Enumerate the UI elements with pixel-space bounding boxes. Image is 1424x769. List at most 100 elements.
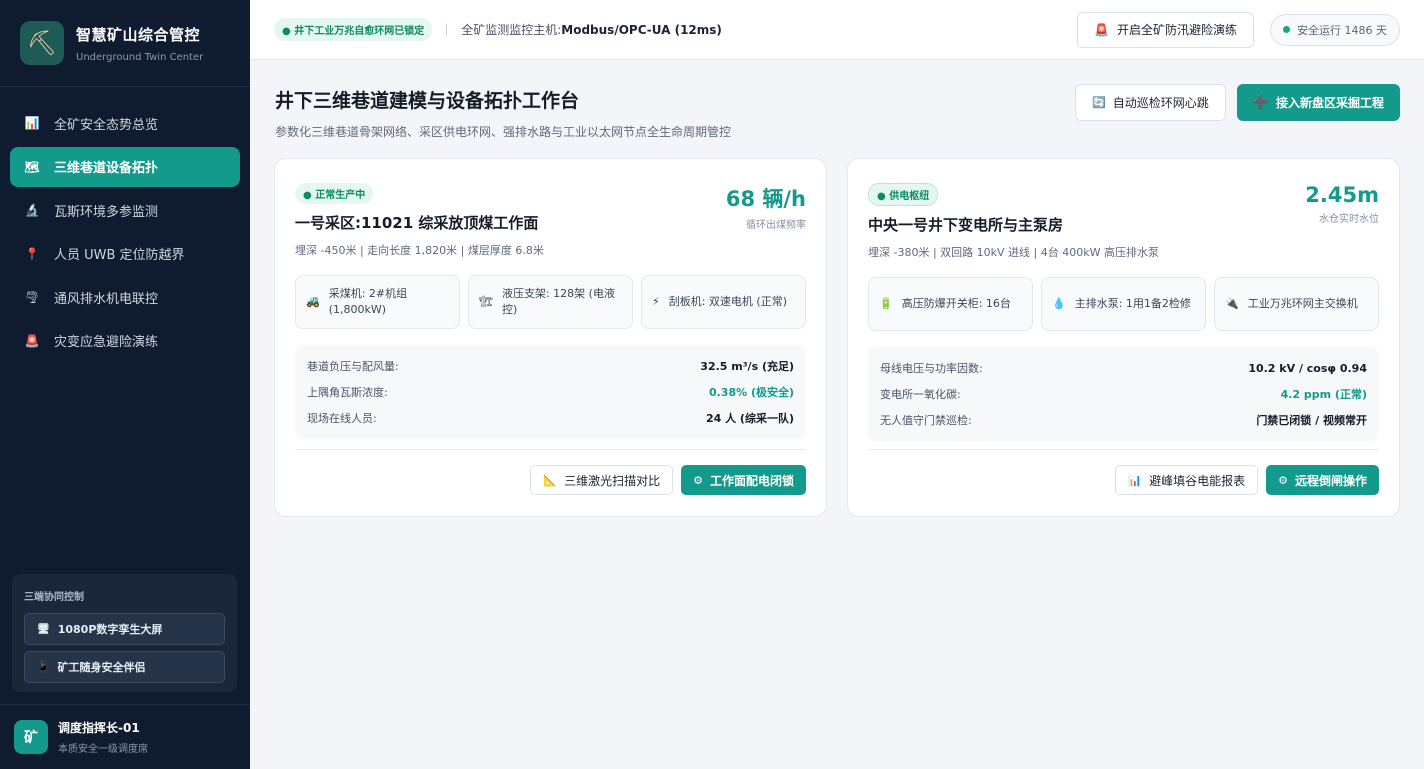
sidebar-item-emergency-drill[interactable]: 🚨 灾变应急避险演练	[10, 321, 240, 361]
metric-label: 水仓实时水位	[1319, 214, 1379, 225]
stat-value: 24 人 (综采一队)	[705, 412, 794, 425]
ventilation-icon: 🌪	[24, 290, 40, 304]
equipment-label: 高压防爆开关柜: 16台	[901, 296, 1011, 310]
equipment-item[interactable]: 🚜 采煤机: 2#机组 (1,800kW)	[295, 275, 460, 329]
topbar: ● 井下工业万兆自愈环网已锁定 全矿监测监控主机:Modbus/OPC-UA (…	[250, 0, 1424, 60]
battery-icon: 🔋	[879, 296, 893, 310]
brand-subtitle: Underground Twin Center	[76, 51, 204, 63]
equipment-item[interactable]: 🔌 工业万兆环网主交换机	[1214, 277, 1379, 331]
stat-label: 巷道负压与配风量:	[307, 360, 399, 373]
user-profile[interactable]: 矿 调度指挥长-01 本质安全一级调度席	[0, 704, 250, 769]
refresh-icon: 🔄	[1092, 96, 1106, 109]
microscope-icon: 🔬	[24, 203, 40, 217]
plus-icon: ➕	[1252, 95, 1269, 110]
siren-icon: 🚨	[1094, 22, 1109, 37]
equipment-item[interactable]: 🔋 高压防爆开关柜: 16台	[868, 277, 1033, 331]
metric-value: 2.45m	[1305, 183, 1379, 207]
phone-icon: 📱	[37, 661, 50, 673]
stat-row: 上隅角瓦斯浓度: 0.38% (极安全)	[307, 379, 794, 405]
sync-control-panel: 三端协同控制 🖥 1080P数字孪生大屏 📱 矿工随身安全伴侣	[12, 574, 237, 692]
twin-screen-label: 1080P数字孪生大屏	[57, 623, 163, 636]
page-subtitle: 参数化三维巷道骨架网络、采区供电环网、强排水路与工业以太网节点全生命周期管控	[275, 125, 732, 139]
sync-panel-title: 三端协同控制	[24, 592, 84, 603]
tractor-icon: 🚜	[306, 294, 320, 308]
stat-row: 无人值守门禁巡检: 门禁已闭锁 / 视频常开	[880, 407, 1367, 433]
equipment-list: 🚜 采煤机: 2#机组 (1,800kW) 🏗 液压支架: 128架 (电液控)…	[295, 275, 806, 329]
stats-panel: 母线电压与功率因数: 10.2 kV / cosφ 0.94 变电所一氧化碳: …	[868, 347, 1379, 441]
sidebar-item-topology[interactable]: 🗺 三维巷道设备拓扑	[10, 146, 240, 187]
mining-face-card: ● 正常生产中 一号采区:11021 综采放顶煤工作面 埋深 -450米 | 走…	[274, 158, 827, 517]
brand-text: 智慧矿山综合管控 Underground Twin Center	[76, 24, 203, 63]
equipment-item[interactable]: ⚡ 刮板机: 双速电机 (正常)	[641, 275, 806, 329]
sidebar-item-label: 通风排水机电联控	[54, 291, 159, 307]
sidebar-item-uwb-location[interactable]: 📍 人员 UWB 定位防越界	[10, 234, 240, 274]
equipment-label: 液压支架: 128架 (电液控)	[501, 286, 615, 317]
sidebar-item-label: 灾变应急避险演练	[54, 335, 159, 350]
sidebar-item-ventilation[interactable]: 🌪 通风排水机电联控	[10, 277, 240, 317]
remote-switching-label: 远程倒闸操作	[1294, 473, 1367, 488]
remote-switching-button[interactable]: ⚙ 远程倒闸操作	[1266, 465, 1379, 495]
sidebar-item-label: 三维巷道设备拓扑	[54, 161, 159, 176]
stat-value: 0.38% (极安全)	[708, 386, 794, 399]
gear-icon: ⚙	[1278, 473, 1288, 487]
stat-label: 上隅角瓦斯浓度:	[307, 386, 388, 399]
heartbeat-check-label: 自动巡检环网心跳	[1112, 96, 1209, 110]
stats-panel: 巷道负压与配风量: 32.5 m³/s (充足) 上隅角瓦斯浓度: 0.38% …	[295, 345, 806, 439]
pickaxe-icon: ⛏	[20, 21, 64, 65]
monitor-host-info: 全矿监测监控主机:Modbus/OPC-UA (12ms)	[461, 21, 722, 38]
laser-scan-compare-button[interactable]: 📐 三维激光扫描对比	[530, 465, 674, 495]
stat-row: 巷道负压与配风量: 32.5 m³/s (充足)	[307, 353, 794, 379]
stat-row: 变电所一氧化碳: 4.2 ppm (正常)	[880, 381, 1367, 407]
stat-row: 现场在线人员: 24 人 (综采一队)	[307, 405, 794, 431]
add-panel-project-button[interactable]: ➕ 接入新盘区采掘工程	[1236, 84, 1400, 121]
stat-value: 32.5 m³/s (充足)	[700, 360, 794, 373]
card-footer: 📊 避峰填谷电能报表 ⚙ 远程倒闸操作	[868, 449, 1379, 495]
metric-value: 68 辆/h	[725, 187, 806, 211]
flood-drill-button[interactable]: 🚨 开启全矿防汛避险演练	[1077, 11, 1254, 48]
sidebar-nav: 📊 全矿安全态势总览 🗺 三维巷道设备拓扑 🔬 瓦斯环境多参监测 📍 人员 UW…	[0, 87, 250, 361]
status-badge: ● 供电枢纽	[868, 183, 939, 206]
user-info: 调度指挥长-01 本质安全一级调度席	[58, 719, 148, 755]
heartbeat-check-button[interactable]: 🔄 自动巡检环网心跳	[1075, 84, 1226, 121]
stat-value: 门禁已闭锁 / 视频常开	[1256, 414, 1367, 427]
stat-row: 母线电压与功率因数: 10.2 kV / cosφ 0.94	[880, 355, 1367, 381]
power-lockout-label: 工作面配电闭锁	[709, 473, 794, 488]
card-meta: 埋深 -380米 | 双回路 10kV 进线 | 4台 400kW 高压排水泵	[868, 246, 1159, 259]
power-lockout-button[interactable]: ⚙ 工作面配电闭锁	[681, 465, 806, 495]
card-metric: 68 辆/h 循环出煤频率	[726, 183, 806, 231]
card-title: 中央一号井下变电所与主泵房	[868, 216, 1064, 234]
map-icon: 🗺	[24, 159, 40, 174]
card-metric: 2.45m 水仓实时水位	[1305, 183, 1379, 225]
user-role: 本质安全一级调度席	[58, 744, 148, 755]
chart-icon: 📊	[24, 116, 40, 130]
page-header: 井下三维巷道建模与设备拓扑工作台 参数化三维巷道骨架网络、采区供电环网、强排水路…	[275, 86, 731, 140]
alarm-icon: 🚨	[24, 333, 40, 348]
sidebar-item-gas-monitor[interactable]: 🔬 瓦斯环境多参监测	[10, 190, 240, 230]
twin-screen-button[interactable]: 🖥 1080P数字孪生大屏	[24, 613, 225, 645]
water-drop-icon: 💧	[1052, 296, 1066, 310]
miner-companion-button[interactable]: 📱 矿工随身安全伴侣	[24, 651, 225, 683]
card-meta: 埋深 -450米 | 走向长度 1,820米 | 煤层厚度 6.8米	[295, 244, 544, 257]
gear-icon: ⚙	[693, 473, 703, 487]
monitor-icon: 🖥	[37, 623, 50, 635]
status-dot-icon	[1283, 26, 1290, 33]
stat-label: 变电所一氧化碳:	[880, 388, 961, 401]
equipment-label: 工业万兆环网主交换机	[1247, 296, 1358, 310]
header-actions: 🔄 自动巡检环网心跳 ➕ 接入新盘区采掘工程	[1075, 84, 1400, 121]
energy-report-label: 避峰填谷电能报表	[1149, 473, 1246, 488]
energy-report-button[interactable]: 📊 避峰填谷电能报表	[1115, 465, 1259, 495]
network-status-badge: ● 井下工业万兆自愈环网已锁定	[274, 18, 433, 41]
page-title: 井下三维巷道建模与设备拓扑工作台	[275, 90, 580, 112]
equipment-item[interactable]: 💧 主排水泵: 1用1备2检修	[1041, 277, 1206, 331]
pin-icon: 📍	[24, 246, 40, 261]
metric-label: 循环出煤频率	[746, 220, 806, 231]
sidebar: ⛏ 智慧矿山综合管控 Underground Twin Center 📊 全矿安…	[0, 0, 250, 769]
equipment-item[interactable]: 🏗 液压支架: 128架 (电液控)	[468, 275, 633, 329]
sidebar-item-label: 瓦斯环境多参监测	[54, 204, 159, 220]
safe-days-badge: 安全运行 1486 天	[1270, 13, 1400, 46]
status-badge: ● 正常生产中	[295, 183, 374, 204]
sidebar-item-label: 人员 UWB 定位防越界	[54, 248, 185, 263]
plug-icon: 🔌	[1225, 296, 1239, 310]
equipment-label: 采煤机: 2#机组 (1,800kW)	[328, 286, 408, 317]
sidebar-item-overview[interactable]: 📊 全矿安全态势总览	[10, 103, 240, 143]
